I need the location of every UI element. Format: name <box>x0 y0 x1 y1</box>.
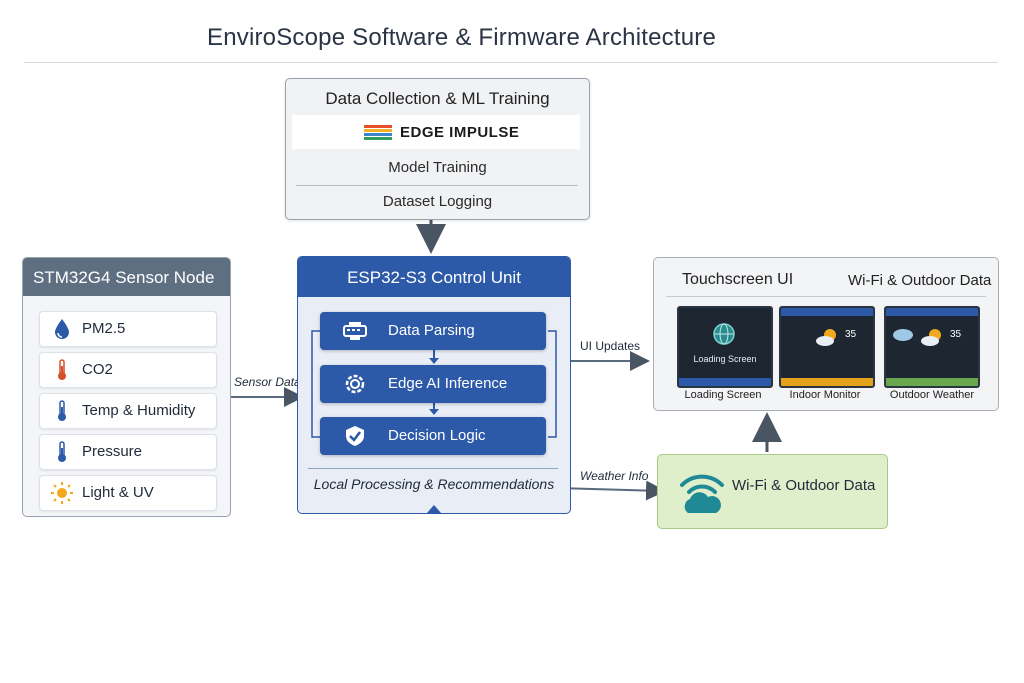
ui-updates-flow-label: UI Updates <box>580 339 641 353</box>
sensor-node-header: STM32G4 Sensor Node <box>23 258 230 296</box>
control-unit-footer: Local Processing & Recommendations <box>313 476 555 492</box>
indoor-monitor-caption: Indoor Monitor <box>789 389 861 401</box>
sensor-item-temp-humidity: Temp & Humidity <box>39 393 217 429</box>
thermometer-icon <box>58 400 66 421</box>
sensor-node-heading: STM32G4 Sensor Node <box>33 268 215 287</box>
edge-impulse-banner: EDGE IMPULSE <box>292 115 580 149</box>
indoor-monitor-thumbnail: 35 <box>779 306 875 388</box>
indoor-temp: 35 <box>845 329 857 340</box>
partly-cloudy-icon <box>921 329 941 346</box>
outdoor-status-bar <box>886 378 978 386</box>
loading-progress-bar <box>679 378 771 386</box>
edge-impulse-logo <box>364 125 392 141</box>
sensor-node-panel: STM32G4 Sensor Node PM2.5 CO2 Temp & Hum… <box>22 257 231 517</box>
thermometer-icon <box>58 441 66 462</box>
shield-icon <box>346 426 364 446</box>
gear-icon <box>345 374 365 394</box>
partly-cloudy-icon <box>816 329 836 346</box>
step-edge-ai-inference: Edge AI Inference <box>320 365 546 403</box>
sun-icon <box>51 482 73 504</box>
sensor-item-label: CO2 <box>82 361 113 378</box>
sensor-item-label: Light & UV <box>82 484 154 501</box>
sensor-item-pressure: Pressure <box>39 434 217 470</box>
loading-screen-thumbnail: Loading Screen <box>677 306 773 388</box>
indoor-status-bar <box>781 378 873 386</box>
sensor-item-label: PM2.5 <box>82 320 126 337</box>
wifi-outdoor-panel: Wi-Fi & Outdoor Data <box>657 454 888 529</box>
cloud-icon <box>893 329 913 341</box>
outdoor-weather-caption: Outdoor Weather <box>889 389 975 401</box>
wifi-cloud-icon <box>680 474 724 513</box>
parser-icon <box>343 322 367 340</box>
sensor-item-label: Pressure <box>82 443 143 460</box>
loading-screen-caption: Loading Screen <box>684 389 762 401</box>
touchscreen-subheading: Wi-Fi & Outdoor Data <box>848 272 992 289</box>
loading-screen-text: Loading Screen <box>693 354 757 364</box>
touchscreen-panel: Touchscreen UI Wi-Fi & Outdoor Data Load… <box>653 257 999 411</box>
step-data-parsing: Data Parsing <box>320 312 546 350</box>
model-training-label: Model Training <box>388 159 487 176</box>
outdoor-temp: 35 <box>950 329 962 340</box>
sensor-item-pm25: PM2.5 <box>39 311 217 347</box>
outdoor-weather-thumbnail: 35 <box>884 306 980 388</box>
thermometer-icon <box>58 359 66 380</box>
dataset-logging-label: Dataset Logging <box>382 193 493 210</box>
droplet-icon <box>55 319 69 339</box>
sensor-data-flow-label: Sensor Data <box>234 375 301 389</box>
step-label: Data Parsing <box>388 322 475 339</box>
globe-icon <box>713 323 735 345</box>
step-label: Decision Logic <box>388 427 486 444</box>
ml-training-panel: Data Collection & ML Training EDGE IMPUL… <box>285 78 590 220</box>
sensor-item-label: Temp & Humidity <box>82 402 196 419</box>
edge-impulse-text: EDGE IMPULSE <box>400 124 520 141</box>
control-unit-panel: ESP32-S3 Control Unit Data Parsing Edge … <box>297 256 571 514</box>
touchscreen-divider <box>666 296 986 297</box>
ml-divider <box>296 185 578 186</box>
weather-info-flow-label: Weather Info <box>580 469 649 483</box>
control-unit-divider <box>308 468 558 469</box>
wifi-outdoor-label: Wi-Fi & Outdoor Data <box>732 477 876 494</box>
sensor-item-co2: CO2 <box>39 352 217 388</box>
step-label: Edge AI Inference <box>388 375 508 392</box>
ml-training-heading: Data Collection & ML Training <box>325 89 550 108</box>
step-decision-logic: Decision Logic <box>320 417 546 455</box>
touchscreen-heading: Touchscreen UI <box>682 271 794 288</box>
sensor-item-light-uv: Light & UV <box>39 475 217 511</box>
